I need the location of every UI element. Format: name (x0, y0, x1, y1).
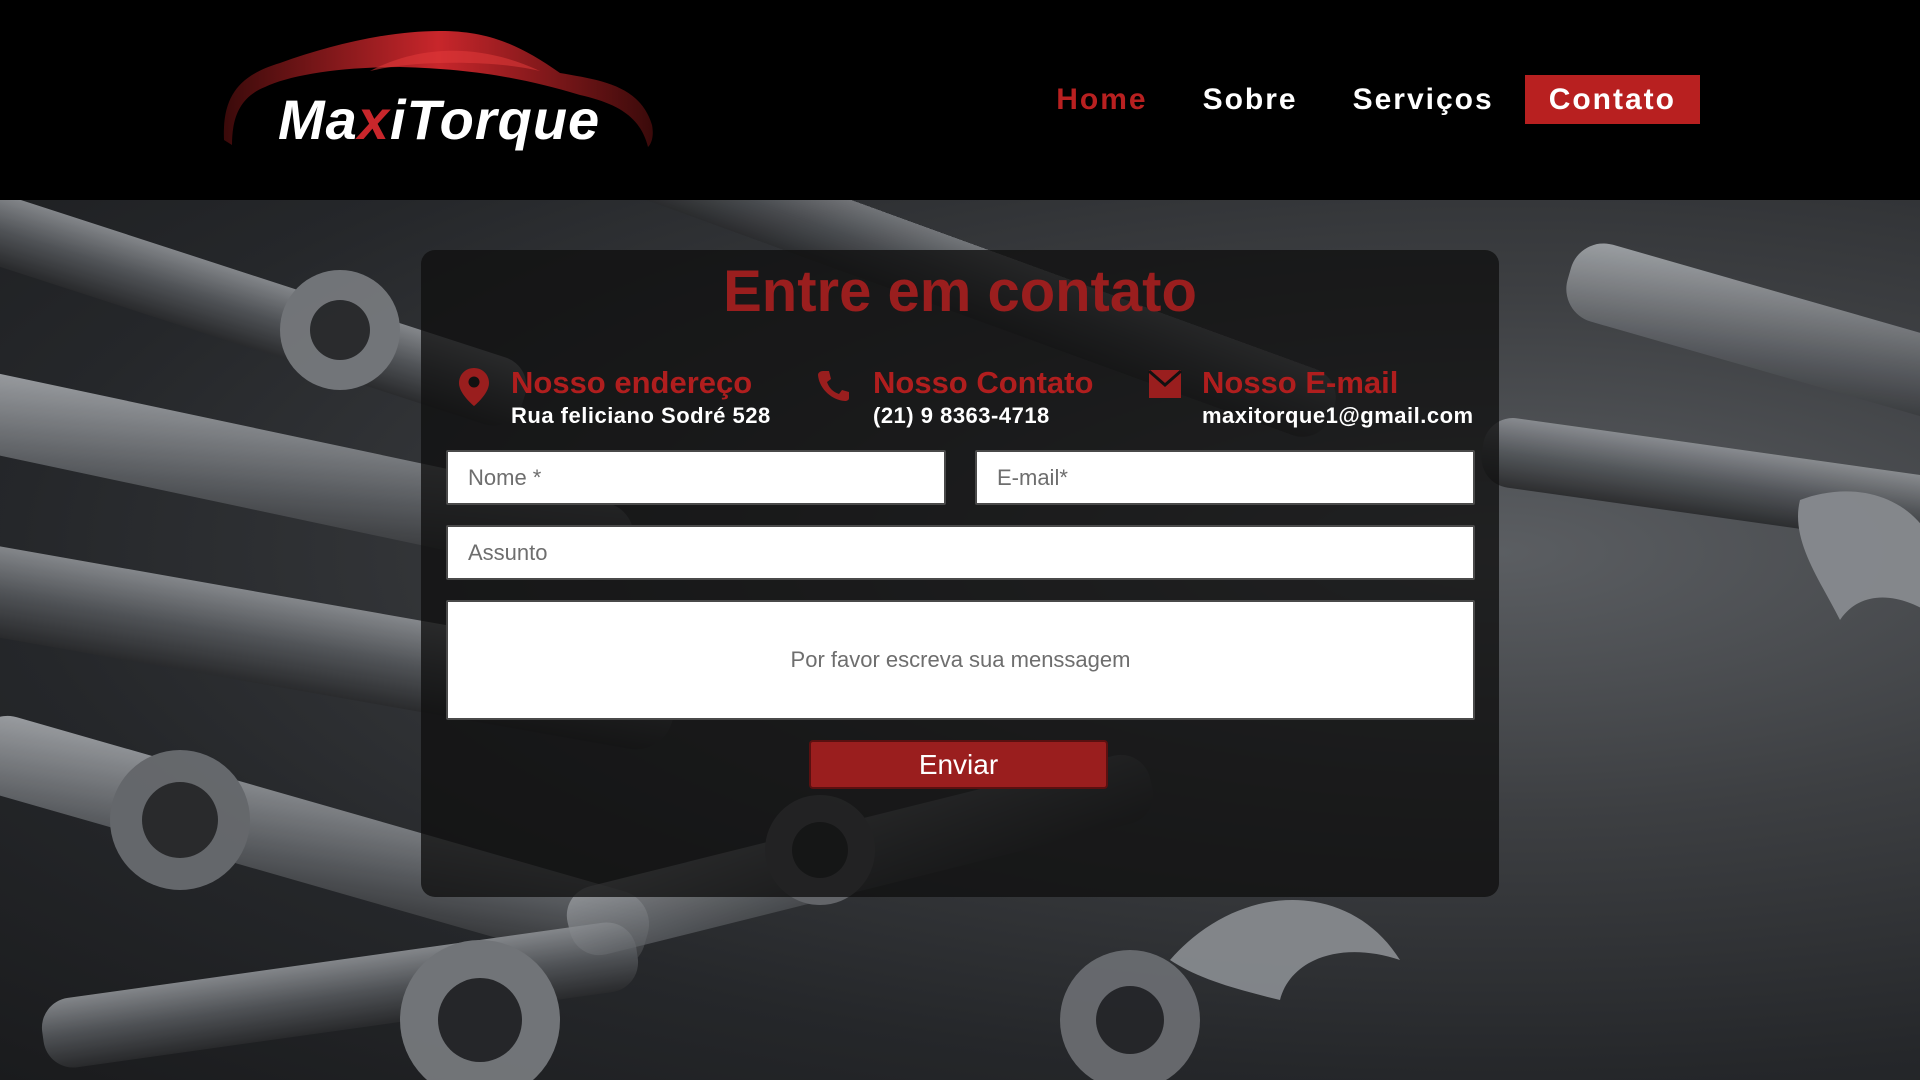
map-pin-icon (459, 368, 489, 406)
email-title: Nosso E-mail (1202, 365, 1399, 400)
message-textarea[interactable]: Por favor escreva sua menssagem (446, 600, 1475, 720)
message-placeholder: Por favor escreva sua menssagem (790, 647, 1131, 672)
email-block: Nosso E-mail maxitorque1@gmail.com (1148, 365, 1488, 435)
address-title: Nosso endereço (511, 365, 753, 400)
send-button[interactable]: Enviar (809, 740, 1108, 789)
phone-block: Nosso Contato (21) 9 8363-4718 (816, 365, 1146, 435)
nav-home[interactable]: Home (1056, 83, 1147, 117)
phone-title: Nosso Contato (873, 365, 1094, 400)
brand-wordmark: MaxiTorque (278, 88, 601, 151)
nav-servicos[interactable]: Serviços (1353, 83, 1494, 117)
main-nav: Home Sobre Serviços Contato (1001, 74, 1700, 125)
envelope-icon (1148, 369, 1182, 398)
address-value: Rua feliciano Sodré 528 (511, 403, 771, 428)
contact-panel: Entre em contato Nosso endereço Rua feli… (421, 250, 1499, 897)
subject-input[interactable] (446, 525, 1475, 580)
nav-contato[interactable]: Contato (1524, 75, 1700, 124)
email-value: maxitorque1@gmail.com (1202, 403, 1474, 428)
hero-background: Entre em contato Nosso endereço Rua feli… (0, 200, 1920, 1080)
phone-value: (21) 9 8363-4718 (873, 403, 1050, 428)
email-input[interactable] (975, 450, 1475, 505)
page-title: Entre em contato (723, 259, 1197, 324)
site-header: MaxiTorque Home Sobre Serviços Contato (0, 0, 1920, 200)
nav-sobre[interactable]: Sobre (1203, 83, 1298, 117)
brand-logo[interactable]: MaxiTorque (220, 25, 660, 170)
address-block: Nosso endereço Rua feliciano Sodré 528 (439, 365, 771, 435)
name-input[interactable] (446, 450, 946, 505)
phone-icon (818, 371, 849, 401)
